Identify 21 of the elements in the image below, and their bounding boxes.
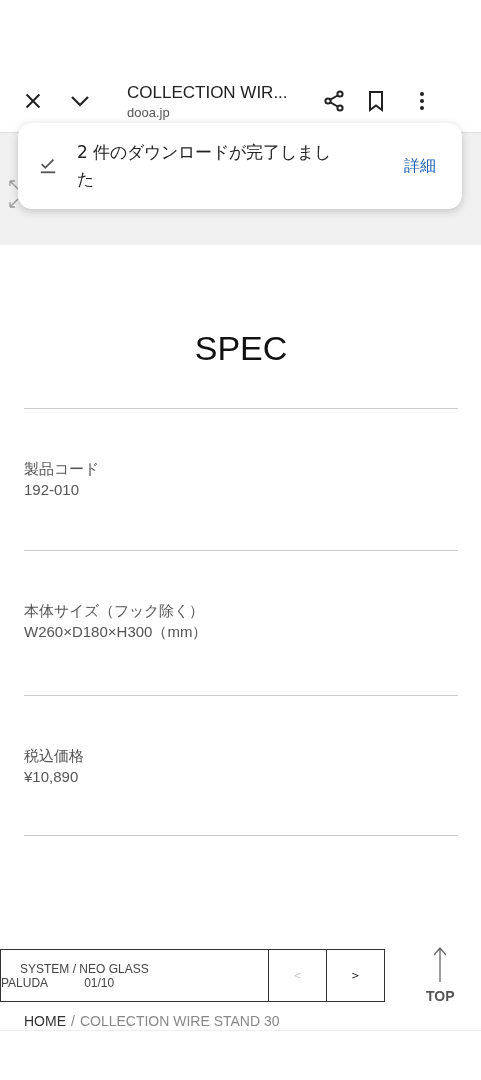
product-name: PALUDA [1, 975, 49, 990]
spec-label: 税込価格 [24, 747, 85, 766]
breadcrumb-link[interactable]: HOME [24, 1013, 66, 1029]
page-domain: dooa.jp [127, 104, 171, 120]
page-title: COLLECTION WIR... [127, 82, 289, 103]
share-icon[interactable] [322, 89, 346, 113]
details-button[interactable]: 詳細 [398, 151, 442, 181]
breadcrumb-separator: / [71, 1013, 75, 1029]
up-arrow-icon[interactable] [433, 946, 448, 982]
breadcrumb-link[interactable]: COLLECTION WIRE STAND 30 [79, 1013, 280, 1029]
spec-value: W260×D180×H300（mm） [24, 623, 209, 642]
spec-heading: SPEC [24, 329, 458, 409]
download-done-icon [39, 157, 57, 175]
spec-label: 本体サイズ（フック除く） [24, 602, 205, 621]
spec-value: 192-010 [24, 481, 81, 498]
page-count: 01/10 [84, 975, 115, 990]
toast-message: 2 件のダウンロードが完了しました [77, 141, 333, 191]
category-text: SYSTEM / NEO GLASS [19, 961, 150, 976]
spec-value: ¥10,890 [24, 768, 80, 785]
top-link[interactable]: TOP [426, 988, 455, 1004]
spec-label: 製品コード [24, 460, 100, 479]
